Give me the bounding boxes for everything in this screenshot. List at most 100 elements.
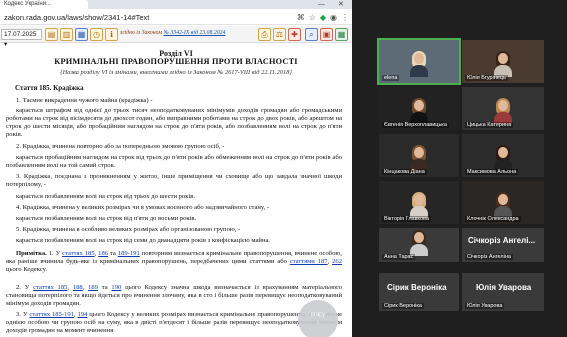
participant-name: Сірик Вероніка: [382, 303, 424, 309]
article-link[interactable]: статтях 185: [62, 250, 94, 257]
paragraph: 4. Крадіжка, вчинена у великих розмірах …: [16, 204, 270, 211]
screen: Кодекс України... — ✕ zakon.rada.gov.ua/…: [0, 0, 567, 337]
note-text: та: [98, 284, 112, 291]
participant-name: Цицька Катерина: [465, 122, 514, 128]
participant-name: Максимова Альона: [465, 169, 519, 175]
participant-big-name: Юлія Уварова: [476, 283, 532, 292]
paragraph: карається штрафом від однієї до трьох ти…: [6, 107, 342, 138]
toolbar-note-link[interactable]: № 3342-IX від 23.08.2024: [163, 30, 225, 36]
address-bar-icons: ⌘ ☆ ◆ ◉ ⋮: [297, 12, 349, 23]
participant-name: Юлія Бгурінець: [465, 75, 508, 81]
close-window-button[interactable]: ✕: [338, 0, 344, 9]
toolbar-note-prefix: згідно із Законом: [120, 30, 163, 36]
scroll-top-label: вгору: [310, 312, 326, 318]
note-2: 2. У статтях 185, 188, 189 та 190 цього …: [6, 284, 342, 308]
article-title: Стаття 185. Крадіжка: [15, 84, 84, 92]
menu-icon[interactable]: ⋮: [341, 12, 349, 23]
browser-window: Кодекс України... — ✕ zakon.rada.gov.ua/…: [0, 0, 352, 337]
note-label: Примітка.: [16, 250, 47, 257]
browser-tab[interactable]: Кодекс України...: [0, 0, 88, 9]
video-tile[interactable]: Січкорiз Ангелі... Січкорiз Ангеліна: [462, 228, 544, 262]
participant-video: [410, 230, 428, 256]
tab-title: Кодекс України...: [4, 1, 52, 7]
shield-icon[interactable]: ◉: [330, 12, 337, 23]
section-note: {Назва розділу VI із змінами, внесеними …: [60, 69, 292, 76]
scroll-top-button[interactable]: вгору: [298, 300, 338, 337]
participant-video: [494, 98, 512, 124]
section-title: КРИМІНАЛЬНІ ПРАВОПОРУШЕННЯ ПРОТИ ВЛАСНОС…: [54, 57, 298, 66]
article-link[interactable]: 194: [78, 311, 88, 318]
participant-video: [410, 145, 428, 171]
note-text: цього Кодексу.: [6, 266, 47, 273]
paragraph: карається позбавленням волі на строк від…: [16, 215, 197, 222]
participant-name: Анна Тарас: [382, 254, 416, 260]
paragraph: 5. Крадіжка, вчинена в особливо великих …: [16, 226, 241, 233]
article-link[interactable]: статтями 187: [290, 258, 328, 265]
participant-name: elena: [382, 75, 400, 81]
address-bar[interactable]: zakon.rada.gov.ua/laws/show/2341-14#Text…: [0, 10, 352, 25]
note-text: 3. У: [16, 311, 30, 318]
toolbar-note: згідно із Законом № 3342-IX від 23.08.20…: [120, 30, 225, 36]
info-icon[interactable]: ℹ: [105, 28, 118, 41]
doc-icon[interactable]: ▦: [75, 28, 88, 41]
note-1: Примітка. 1. У статтях 185, 186 та 189-1…: [6, 250, 342, 274]
article-link[interactable]: 188: [73, 284, 83, 291]
video-tile[interactable]: elena: [377, 38, 461, 85]
law-document: Розділ VI КРИМІНАЛЬНІ ПРАВОПОРУШЕННЯ ПРО…: [0, 44, 352, 337]
video-tile[interactable]: Анна Тарас: [379, 228, 459, 262]
date-value: 17.07.2025: [4, 31, 37, 38]
url-text[interactable]: zakon.rada.gov.ua/laws/show/2341-14#Text: [4, 12, 149, 23]
article-link[interactable]: статтях 185: [33, 284, 67, 291]
video-tile[interactable]: Клочнік Олександра: [462, 181, 544, 224]
participant-big-name: Сірик Вероніка: [387, 283, 447, 292]
excel-icon[interactable]: ▦: [335, 28, 348, 41]
search-icon[interactable]: ⌕: [305, 28, 318, 41]
minimize-button[interactable]: —: [318, 0, 325, 9]
participant-big-name: Січкорiз Ангелі...: [468, 236, 536, 245]
video-tile[interactable]: Цицька Катерина: [462, 87, 544, 130]
article-link[interactable]: 190: [111, 284, 121, 291]
video-tile[interactable]: Вікторія Главкова: [379, 181, 459, 224]
extensions-icon[interactable]: ◆: [320, 12, 326, 23]
date-select[interactable]: 17.07.2025 ▾: [1, 29, 42, 48]
participant-name: Січкорiз Ангеліна: [465, 254, 513, 260]
pdf-icon[interactable]: ▥: [60, 28, 73, 41]
video-tile[interactable]: Сірик Вероніка Сірик Вероніка: [379, 273, 459, 311]
bookmark-icon[interactable]: ✚: [288, 28, 301, 41]
article-link[interactable]: 262: [332, 258, 342, 265]
participant-name: Юлія Уварова: [465, 303, 505, 309]
history-icon[interactable]: ◷: [90, 28, 103, 41]
video-tile[interactable]: Юлія Бгурінець: [462, 40, 544, 83]
print-icon[interactable]: ⎙: [258, 28, 271, 41]
video-call-panel: elena Юлія Бгурінець Євгенія Верхоплавиц…: [352, 0, 567, 337]
participant-video: [494, 51, 512, 77]
pdf-red-icon[interactable]: ▣: [320, 28, 333, 41]
scales-icon[interactable]: ⚖: [273, 28, 286, 41]
article-link[interactable]: статтях 185-191: [29, 311, 74, 318]
participant-video: [494, 192, 512, 218]
paragraph: 3. Крадіжка, поєднана з проникненням у ж…: [6, 173, 342, 188]
article-link[interactable]: 189: [88, 284, 98, 291]
participant-video: [494, 145, 512, 171]
law-toolbar: 17.07.2025 ▾ ▤ ▥ ▦ ◷ ℹ згідно із Законом…: [0, 26, 352, 48]
video-tile[interactable]: Євгенія Верхоплавицька: [379, 87, 459, 130]
article-link[interactable]: 189-191: [118, 250, 140, 257]
participant-name: Вікторія Главкова: [382, 216, 431, 222]
note-text: 1. У: [46, 250, 63, 257]
paragraph: 2. Крадіжка, вчинена повторно або за поп…: [16, 143, 225, 150]
paragraph: карається позбавленням волі на строк від…: [16, 193, 196, 200]
note-3: 3. У статтях 185-191, 194 цього Кодексу …: [6, 311, 342, 335]
participant-video: [410, 192, 428, 218]
translate-icon[interactable]: ⌘: [297, 12, 305, 23]
tab-strip: Кодекс України... — ✕: [0, 0, 352, 9]
participant-video: [410, 98, 428, 124]
video-tile[interactable]: Кінцакова Діана: [379, 134, 459, 177]
participant-name: Кінцакова Діана: [382, 169, 427, 175]
star-icon[interactable]: ☆: [309, 12, 316, 23]
video-tile[interactable]: Максимова Альона: [462, 134, 544, 177]
article-link[interactable]: 186: [98, 250, 108, 257]
participant-video: [410, 51, 428, 77]
document-icon[interactable]: ▤: [45, 28, 58, 41]
note-text: та: [108, 250, 118, 257]
video-tile[interactable]: Юлія Уварова Юлія Уварова: [462, 273, 544, 311]
